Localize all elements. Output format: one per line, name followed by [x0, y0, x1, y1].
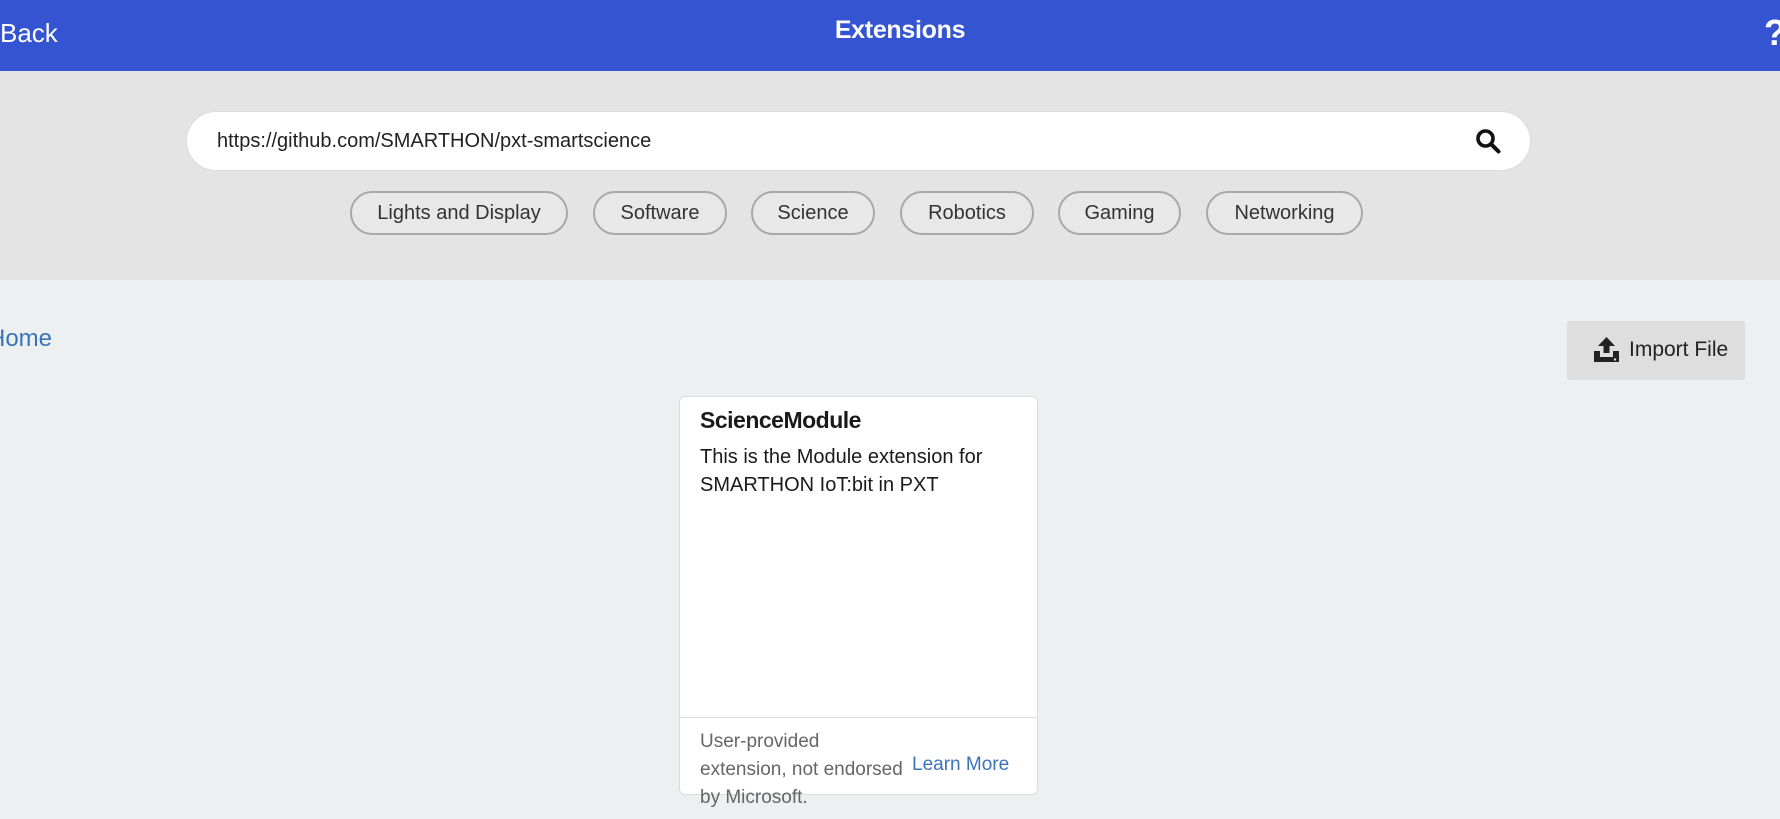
- help-button[interactable]: ?: [1764, 12, 1780, 54]
- tag-networking[interactable]: Networking: [1206, 191, 1363, 235]
- tag-gaming[interactable]: Gaming: [1058, 191, 1181, 235]
- search-input[interactable]: [217, 112, 1457, 170]
- tag-lights-and-display[interactable]: Lights and Display: [350, 191, 568, 235]
- search-icon[interactable]: [1475, 128, 1501, 154]
- extension-title: ScienceModule: [700, 407, 861, 433]
- category-tags: Lights and Display Software Science Robo…: [0, 191, 1780, 241]
- page-title: Extensions: [834, 16, 966, 44]
- upload-icon: [1594, 337, 1619, 362]
- breadcrumb-home-label: Home: [0, 325, 53, 352]
- tag-science[interactable]: Science: [751, 191, 875, 235]
- tag-software[interactable]: Software: [593, 191, 727, 235]
- extension-card[interactable]: ScienceModule This is the Module extensi…: [679, 396, 1038, 808]
- extension-description: This is the Module extension for SMARTHO…: [700, 446, 983, 496]
- extension-disclaimer: User-provided extension, not endorsed by…: [700, 731, 903, 808]
- card-divider: [680, 717, 1037, 718]
- breadcrumb-home[interactable]: Home: [0, 325, 64, 353]
- learn-more-link[interactable]: Learn More: [912, 754, 1009, 776]
- import-file-button[interactable]: Import File: [1567, 321, 1745, 380]
- tag-robotics[interactable]: Robotics: [900, 191, 1034, 235]
- search-box: [187, 112, 1530, 170]
- search-panel: Lights and Display Software Science Robo…: [0, 71, 1780, 280]
- import-file-label: Import File: [1629, 338, 1729, 361]
- top-bar: Back Extensions ?: [0, 0, 1780, 71]
